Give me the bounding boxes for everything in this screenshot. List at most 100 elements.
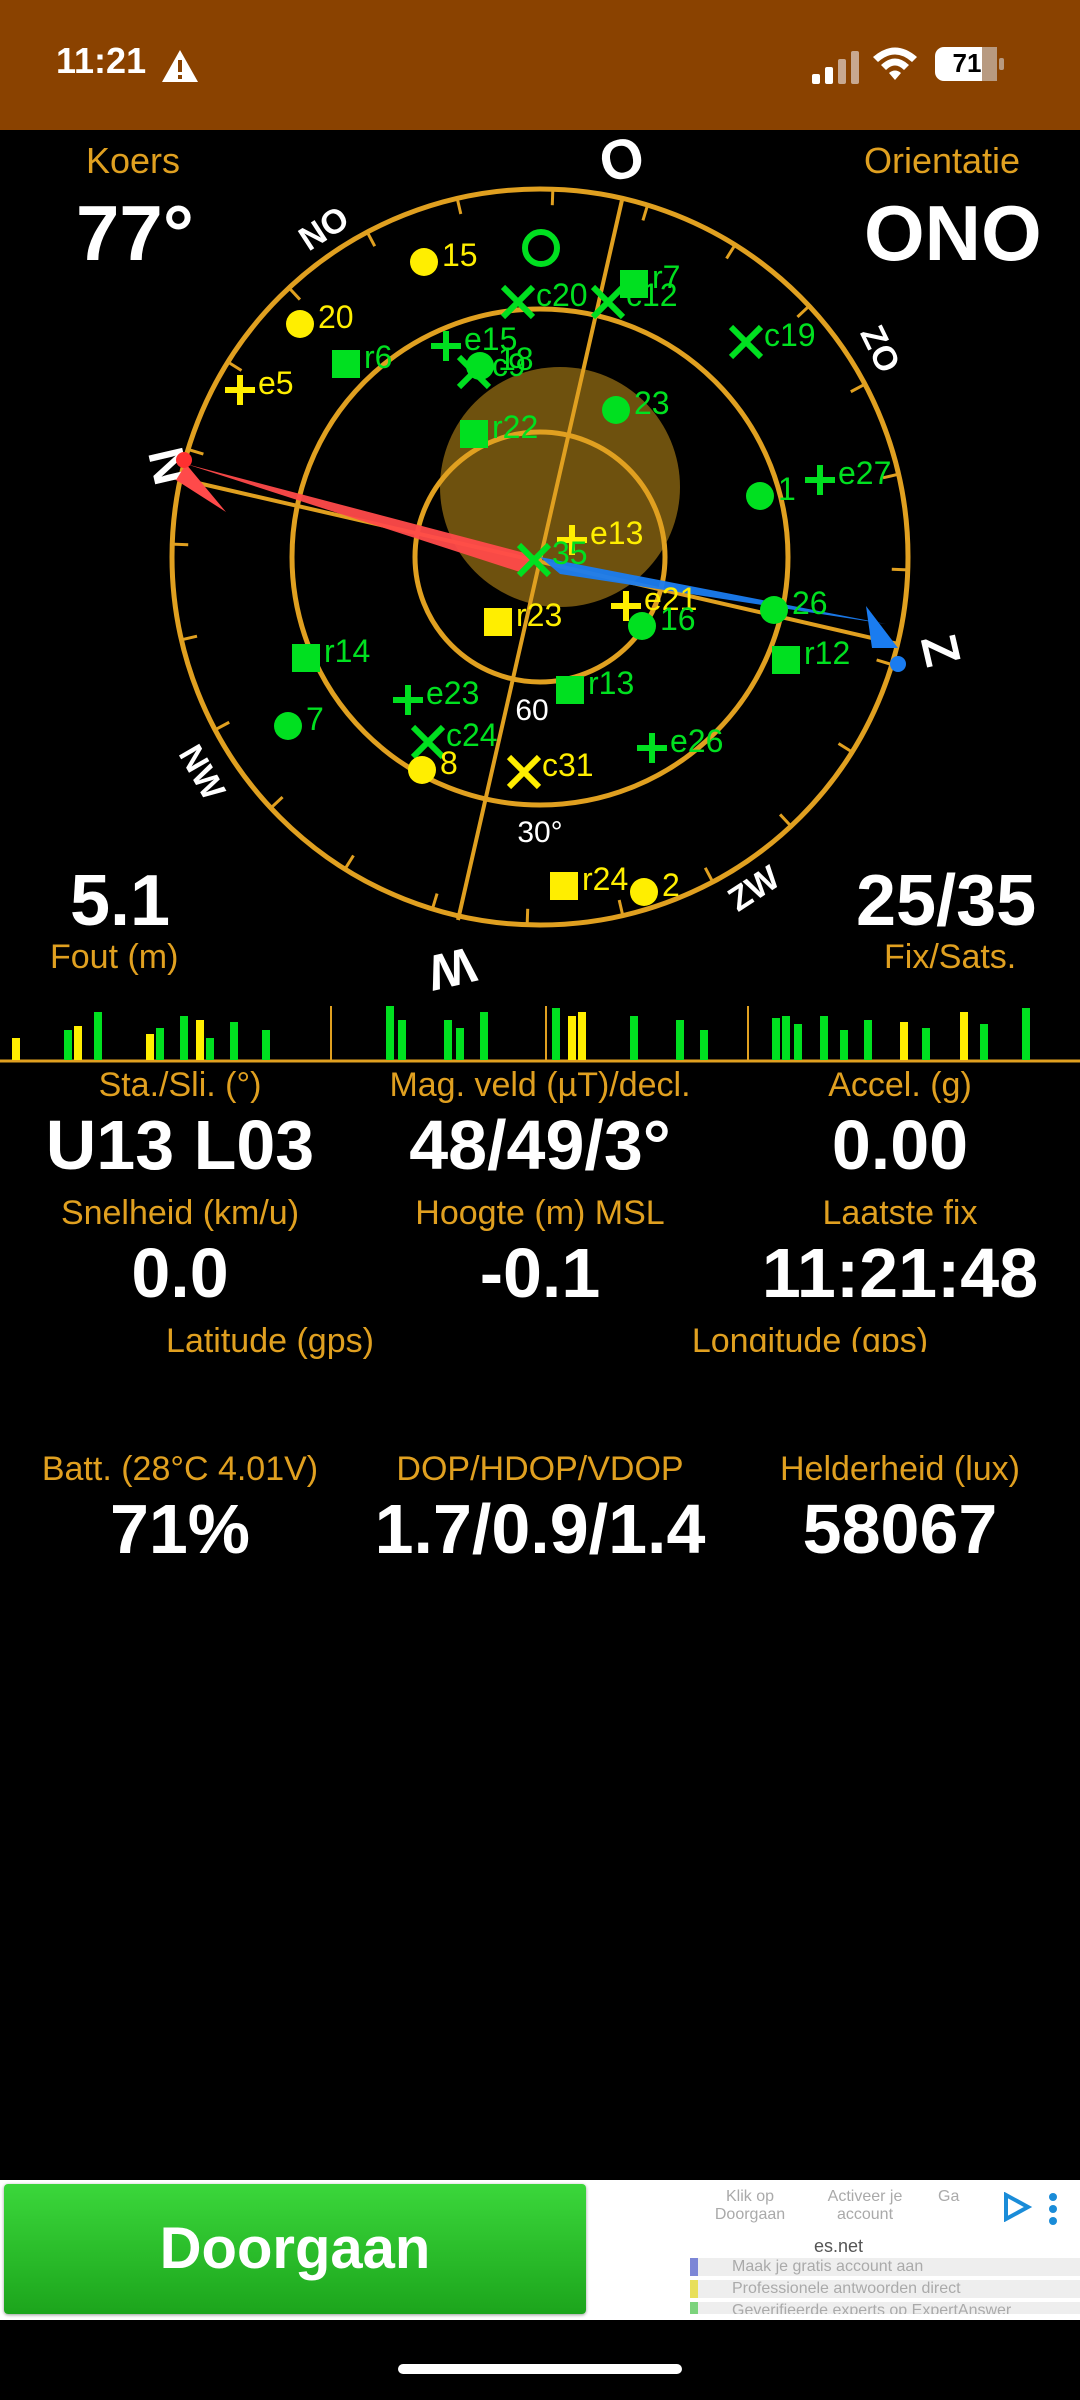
heading-label: Koers <box>86 140 181 181</box>
satellite-r13 <box>556 676 584 704</box>
satellite-r23 <box>484 608 512 636</box>
satellite-label: e23 <box>426 675 479 711</box>
ad-choices-icon[interactable] <box>1000 2192 1034 2222</box>
error-value: 5.1 <box>70 861 171 941</box>
data-value: U13 L03 <box>45 1106 315 1184</box>
ring-tick <box>550 189 555 206</box>
ring-tick <box>876 658 893 667</box>
data-cell-accel: Accel. (g) 0.00 <box>720 1066 1080 1185</box>
data-cell-altitude: Hoogte (m) MSL -0.1 <box>360 1194 720 1313</box>
satellite-r24 <box>550 872 578 900</box>
satellite-16 <box>628 612 656 640</box>
satellite-label: 15 <box>442 237 478 273</box>
signal-bar <box>64 1030 72 1060</box>
ring-tick <box>227 360 243 372</box>
signal-bar <box>700 1030 708 1060</box>
signal-bar <box>782 1016 790 1060</box>
battery-percentage: 71 <box>952 48 982 78</box>
ad-step-1: Klik op Doorgaan <box>714 2188 786 2223</box>
data-label: Helderheid (lux) <box>780 1450 1020 1488</box>
warning-icon <box>162 50 198 82</box>
satellite-label: 20 <box>318 299 354 335</box>
wifi-icon <box>873 47 917 80</box>
ring-tick <box>430 893 439 910</box>
ad-item: Professionele antwoorden direct <box>690 2280 1080 2298</box>
data-label: Accel. (g) <box>828 1066 972 1104</box>
data-label: Laatste fix <box>822 1194 978 1232</box>
compass-label-ZW: ZW <box>721 858 787 919</box>
signal-bar <box>230 1022 238 1060</box>
satellite-label: 35 <box>552 535 588 571</box>
satellite-label: c19 <box>764 317 816 353</box>
data-label: Mag. veld (µT)/decl. <box>389 1066 691 1104</box>
ad-menu-icon[interactable] <box>1048 2192 1058 2226</box>
satellite-r14 <box>292 644 320 672</box>
data-value: 48/49/3° <box>409 1106 671 1184</box>
satellite-e23 <box>393 685 423 715</box>
compass-label-NO: NO <box>292 199 355 259</box>
satellite-label: r12 <box>804 635 850 671</box>
signal-bar <box>262 1030 270 1060</box>
data-label: Longitude (gps) <box>691 1322 929 1352</box>
data-label: Latitude (gps) <box>166 1322 374 1360</box>
signal-bar <box>960 1012 968 1060</box>
ring-tick <box>778 813 793 828</box>
signal-bar <box>94 1012 102 1060</box>
ad-content[interactable]: Klik op Doorgaan Activeer je account Ga … <box>590 2184 1080 2314</box>
satellite-label: 7 <box>306 701 324 737</box>
signal-bar <box>568 1016 576 1060</box>
signal-bar <box>196 1020 204 1060</box>
orientation-label: Orientatie <box>864 140 1021 181</box>
ring-tick <box>269 795 284 810</box>
home-indicator[interactable] <box>398 2364 682 2374</box>
signal-bar <box>1022 1008 1030 1060</box>
signal-bar <box>156 1028 164 1060</box>
data-label: Batt. (28°C 4.01V) <box>41 1450 319 1488</box>
signal-bar <box>456 1028 464 1060</box>
fix-sats-value: 25/35 <box>856 861 1037 941</box>
signal-bar <box>840 1030 848 1060</box>
satellite-label: 2 <box>662 867 680 903</box>
ring-tick <box>181 634 198 642</box>
ring-tick <box>891 567 908 572</box>
heading-value: 77° <box>76 189 194 277</box>
ad-item: Maak je gratis account aan <box>690 2258 1080 2276</box>
satellite-label: r6 <box>364 339 392 375</box>
satellite-label: e5 <box>258 365 294 401</box>
signal-bar <box>74 1026 82 1060</box>
ad-item: Geverifieerde experts op ExpertAnswer <box>690 2302 1080 2314</box>
ring-tick <box>796 304 811 319</box>
signal-bar <box>180 1016 188 1060</box>
needle-red-dot <box>176 452 192 468</box>
orientation-value: ONO <box>864 189 1042 277</box>
ring-tick <box>837 742 853 754</box>
doorgaan-button[interactable]: Doorgaan <box>4 2184 586 2314</box>
data-value: 58067 <box>802 1490 998 1568</box>
ring-tick <box>343 854 355 870</box>
data-value: 0.00 <box>831 1106 969 1184</box>
data-label: Hoogte (m) MSL <box>415 1194 665 1232</box>
compass-label-O: O <box>593 130 650 195</box>
ring-tick <box>641 204 650 221</box>
data-label: Sta./Sli. (°) <box>98 1066 262 1104</box>
satellite-e27 <box>805 465 835 495</box>
ring-tick <box>214 720 230 732</box>
data-label: DOP/HDOP/VDOP <box>396 1450 684 1488</box>
satellite-r6 <box>332 350 360 378</box>
ring-tick <box>287 286 302 301</box>
satellite-label: r13 <box>588 665 634 701</box>
signal-bar <box>398 1020 406 1060</box>
cellular-signal-icon <box>812 51 859 84</box>
data-value: 11:21:48 <box>761 1234 1039 1312</box>
signal-bar <box>386 1006 394 1060</box>
compass-label-Z: Z <box>910 629 971 671</box>
signal-bar <box>820 1016 828 1060</box>
satellite-7 <box>274 712 302 740</box>
elevation-label: 60 <box>515 694 548 727</box>
data-cell-speed: Snelheid (km/u) 0.0 <box>0 1194 360 1313</box>
signal-bar <box>900 1022 908 1060</box>
satellite-label: r23 <box>516 597 562 633</box>
data-cell-dop: DOP/HDOP/VDOP 1.7/0.9/1.4 <box>360 1450 720 1569</box>
signal-bar <box>794 1024 802 1060</box>
ring-tick <box>725 244 737 260</box>
